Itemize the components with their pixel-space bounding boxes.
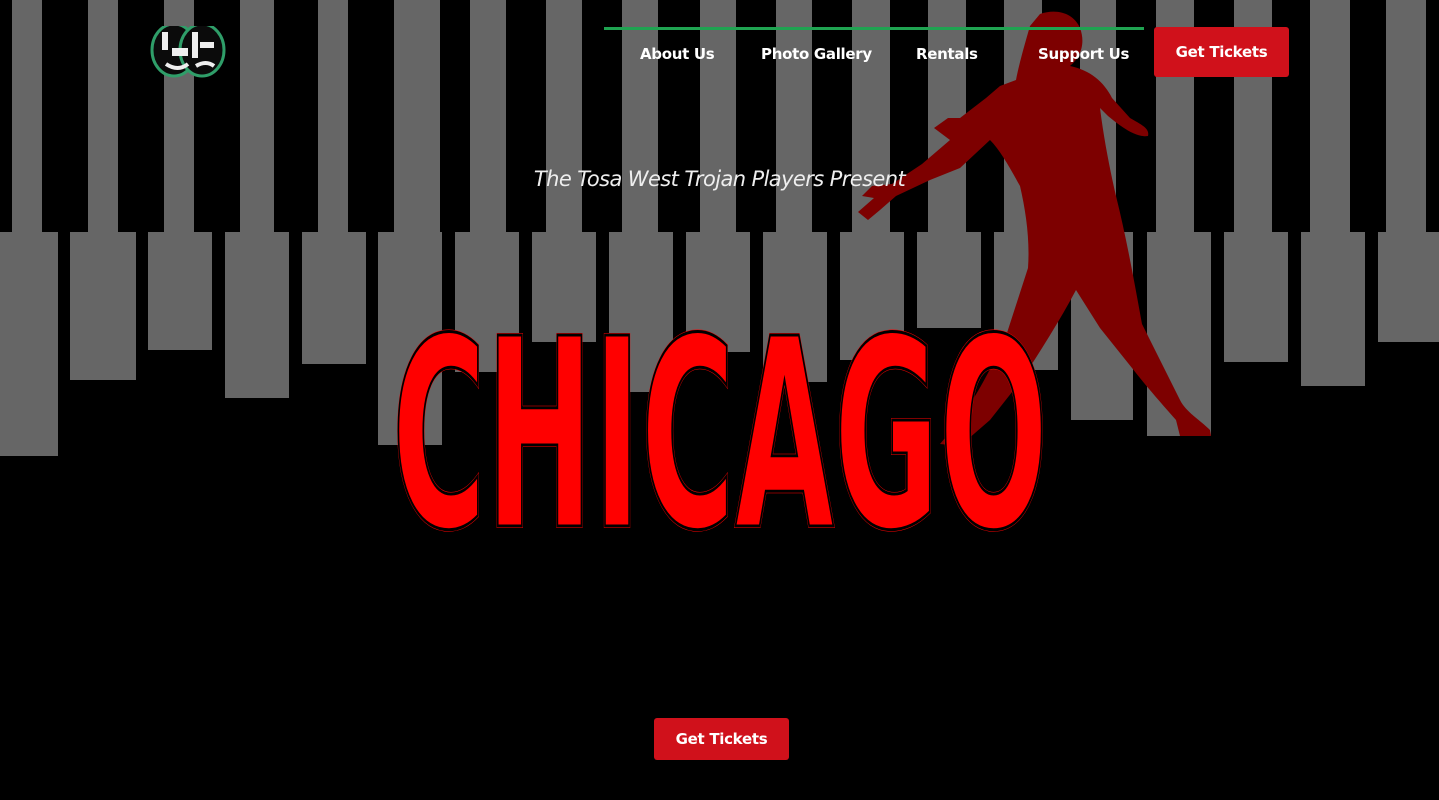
header-get-tickets-button[interactable]: Get Tickets <box>1154 27 1289 77</box>
nav-link-rentals[interactable]: Rentals <box>916 45 978 63</box>
nav-divider-line <box>604 27 1144 30</box>
hero-section: About Us Photo Gallery Rentals Support U… <box>0 0 1439 800</box>
nav-link-support-us[interactable]: Support Us <box>1038 45 1129 63</box>
nav-link-photo-gallery[interactable]: Photo Gallery <box>761 45 872 63</box>
theater-masks-logo-icon[interactable] <box>148 22 228 80</box>
hero-get-tickets-button[interactable]: Get Tickets <box>654 718 789 760</box>
hero-tagline: The Tosa West Trojan Players Present <box>533 167 906 191</box>
hero-title-inline: CHICAGO <box>392 283 1048 550</box>
nav-link-about-us[interactable]: About Us <box>640 45 715 63</box>
hero-title-chicago: CHICAGO CHICAGO <box>390 281 1050 550</box>
logo-graphic <box>150 22 226 78</box>
